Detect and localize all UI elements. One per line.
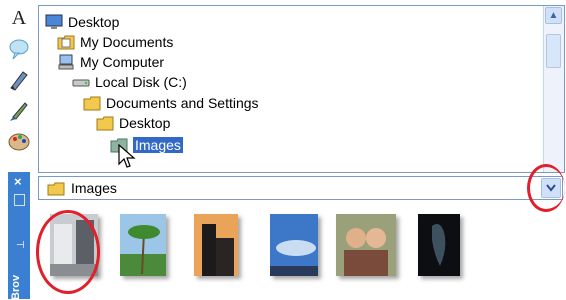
my-documents-icon — [57, 35, 75, 50]
text-tool-icon[interactable]: A — [6, 6, 32, 30]
scroll-thumb[interactable] — [546, 34, 561, 68]
palette-icon[interactable] — [6, 130, 32, 154]
text-tool-glyph: A — [11, 6, 27, 29]
brush-icon[interactable] — [6, 99, 32, 123]
tree-item-label: Desktop — [68, 14, 120, 30]
tree-item-label: Local Disk (C:) — [95, 74, 187, 90]
tree-item-label: My Documents — [80, 34, 174, 50]
pen-icon[interactable] — [6, 68, 32, 92]
tree-item-my-computer[interactable]: My Computer — [57, 52, 164, 72]
highlight-circle-dropdown — [527, 164, 565, 212]
disk-drive-icon — [72, 79, 90, 87]
tree-item-documents-and-settings[interactable]: Documents and Settings — [83, 93, 259, 113]
folder-icon — [96, 116, 114, 131]
folder-icon — [83, 96, 101, 111]
tree-item-local-disk[interactable]: Local Disk (C:) — [72, 72, 187, 92]
side-panel-label: Brov — [10, 274, 22, 300]
silhouette-building-photo[interactable] — [194, 214, 238, 276]
dropdown-value-label: Images — [71, 180, 117, 196]
thumbnail-strip — [42, 210, 562, 296]
close-icon[interactable]: × — [14, 174, 22, 189]
dropdown-value: Images — [47, 180, 117, 196]
tree-item-label: My Computer — [80, 54, 165, 70]
tree-item-label: Images — [133, 137, 183, 153]
tree-scrollbar[interactable]: ▲ — [543, 6, 564, 172]
couple-portrait-photo[interactable] — [336, 214, 396, 276]
highlight-circle-thumbnail — [36, 210, 100, 294]
location-dropdown[interactable]: Images — [38, 176, 563, 200]
desktop-icon — [45, 14, 63, 29]
sky-photo[interactable] — [270, 214, 318, 276]
side-panel-strip: × ⊣ Brov — [8, 172, 30, 300]
tool-palette: A — [0, 0, 36, 170]
dark-sculpture-photo[interactable] — [418, 214, 460, 276]
tree-item-my-documents[interactable]: My Documents — [57, 32, 173, 52]
palm-tree-photo[interactable] — [120, 214, 166, 276]
tree-item-label: Documents and Settings — [106, 95, 259, 111]
tree-item-desktop[interactable]: Desktop — [45, 12, 119, 32]
mouse-cursor-icon — [118, 144, 136, 168]
speech-bubble-icon[interactable] — [6, 37, 32, 61]
my-computer-icon — [58, 54, 74, 70]
tree-item-desktop-folder[interactable]: Desktop — [96, 113, 170, 133]
tree-item-label: Desktop — [119, 115, 171, 131]
pin-icon[interactable]: ⊣ — [16, 240, 25, 251]
folder-icon — [47, 182, 65, 195]
scroll-up-button[interactable]: ▲ — [545, 7, 562, 24]
maximize-icon[interactable] — [14, 194, 25, 206]
